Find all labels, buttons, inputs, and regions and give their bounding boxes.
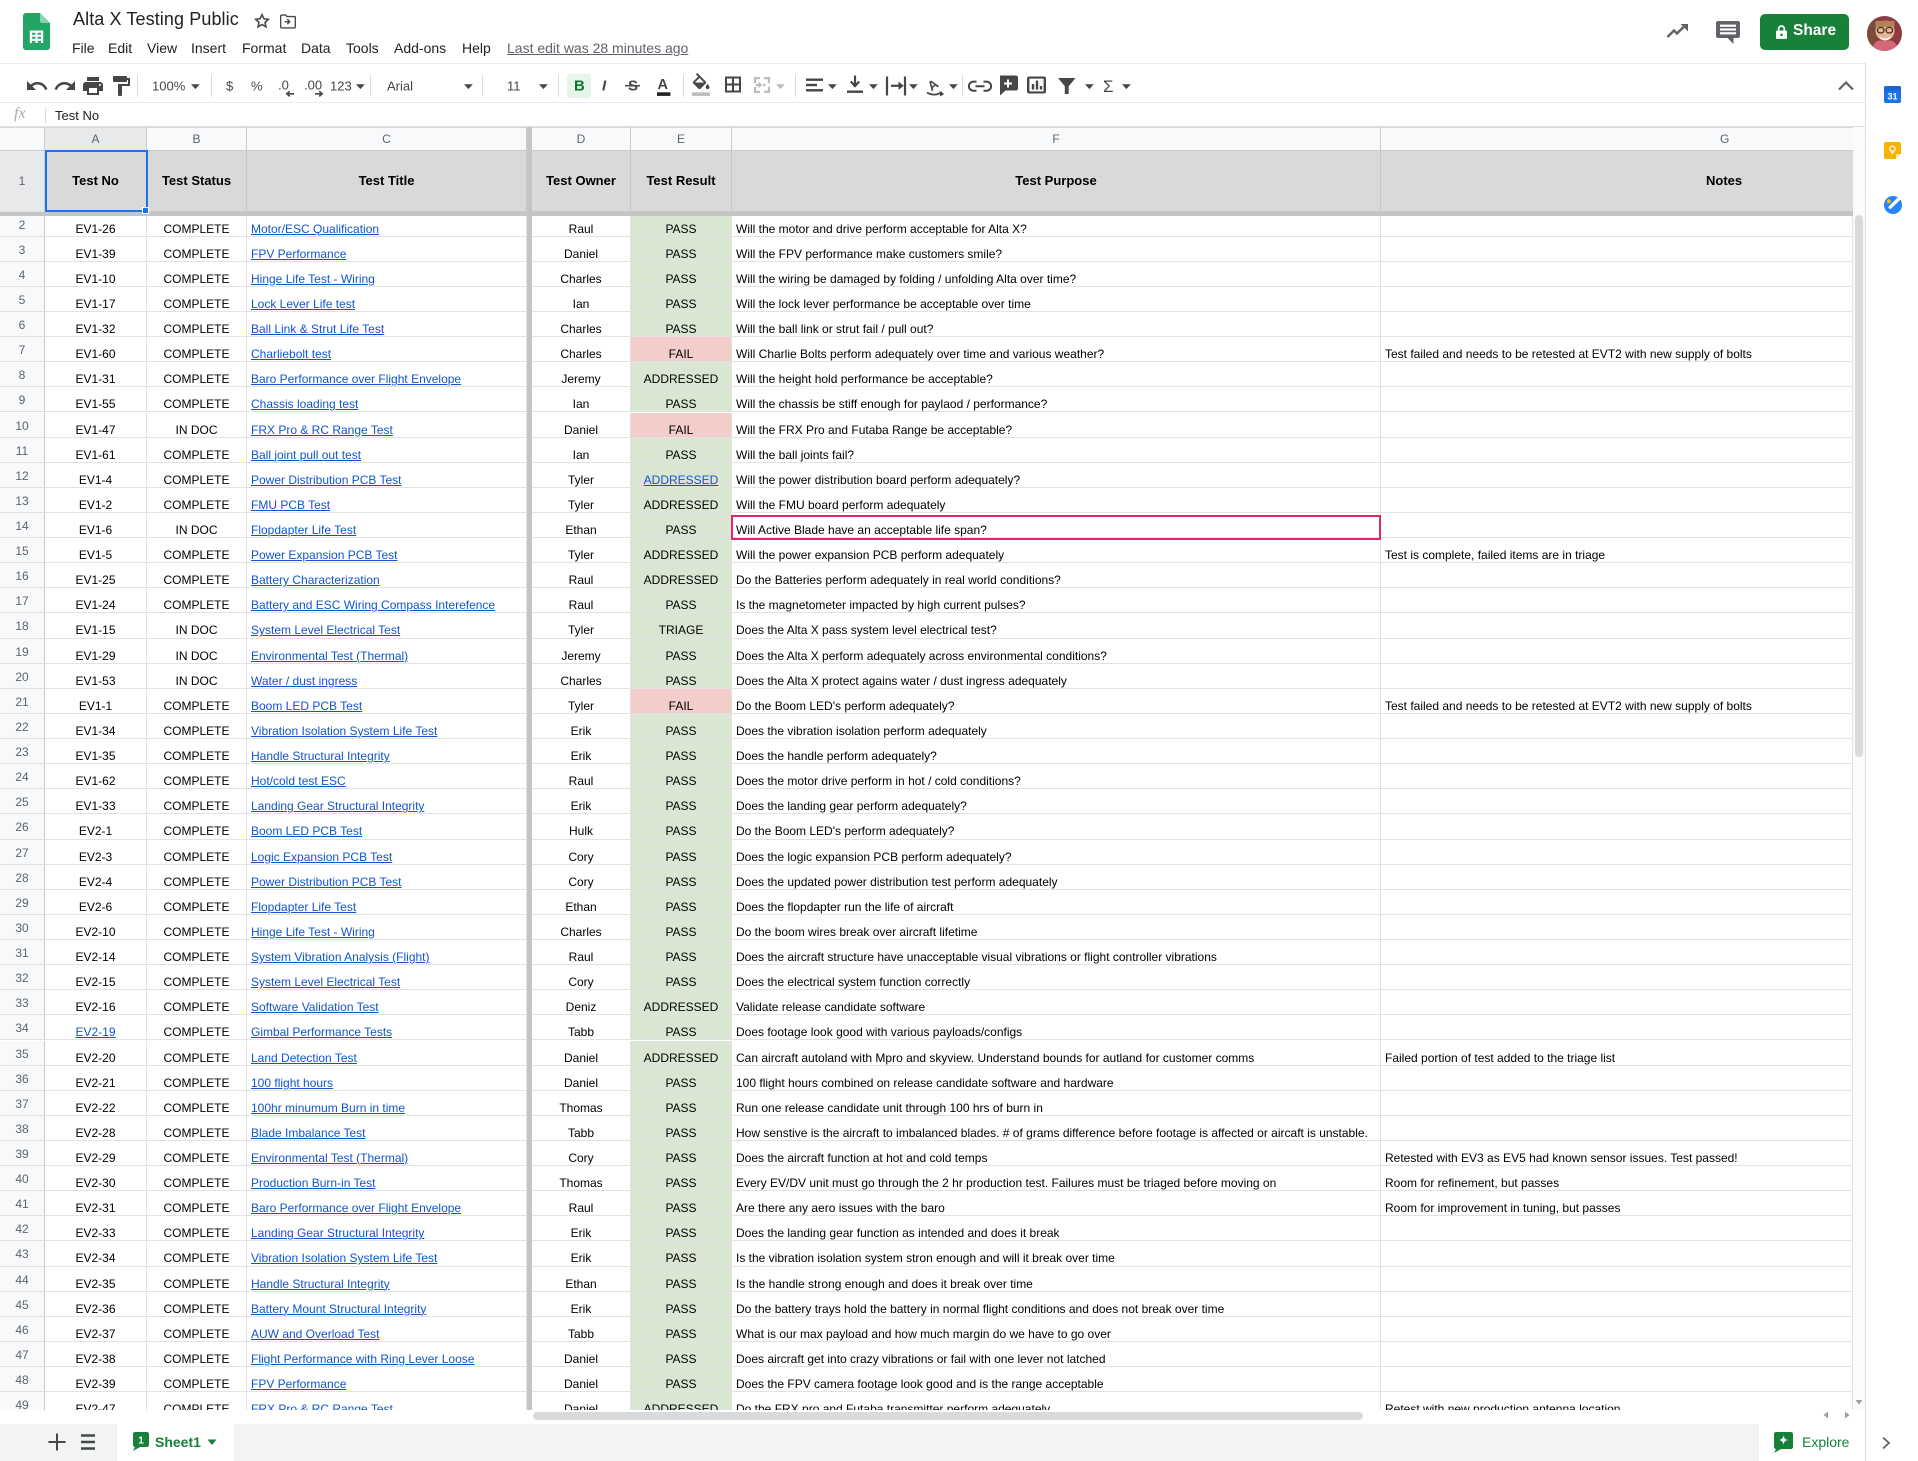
svg-text:1: 1 [138,1435,144,1447]
svg-text:31: 31 [1887,92,1897,102]
